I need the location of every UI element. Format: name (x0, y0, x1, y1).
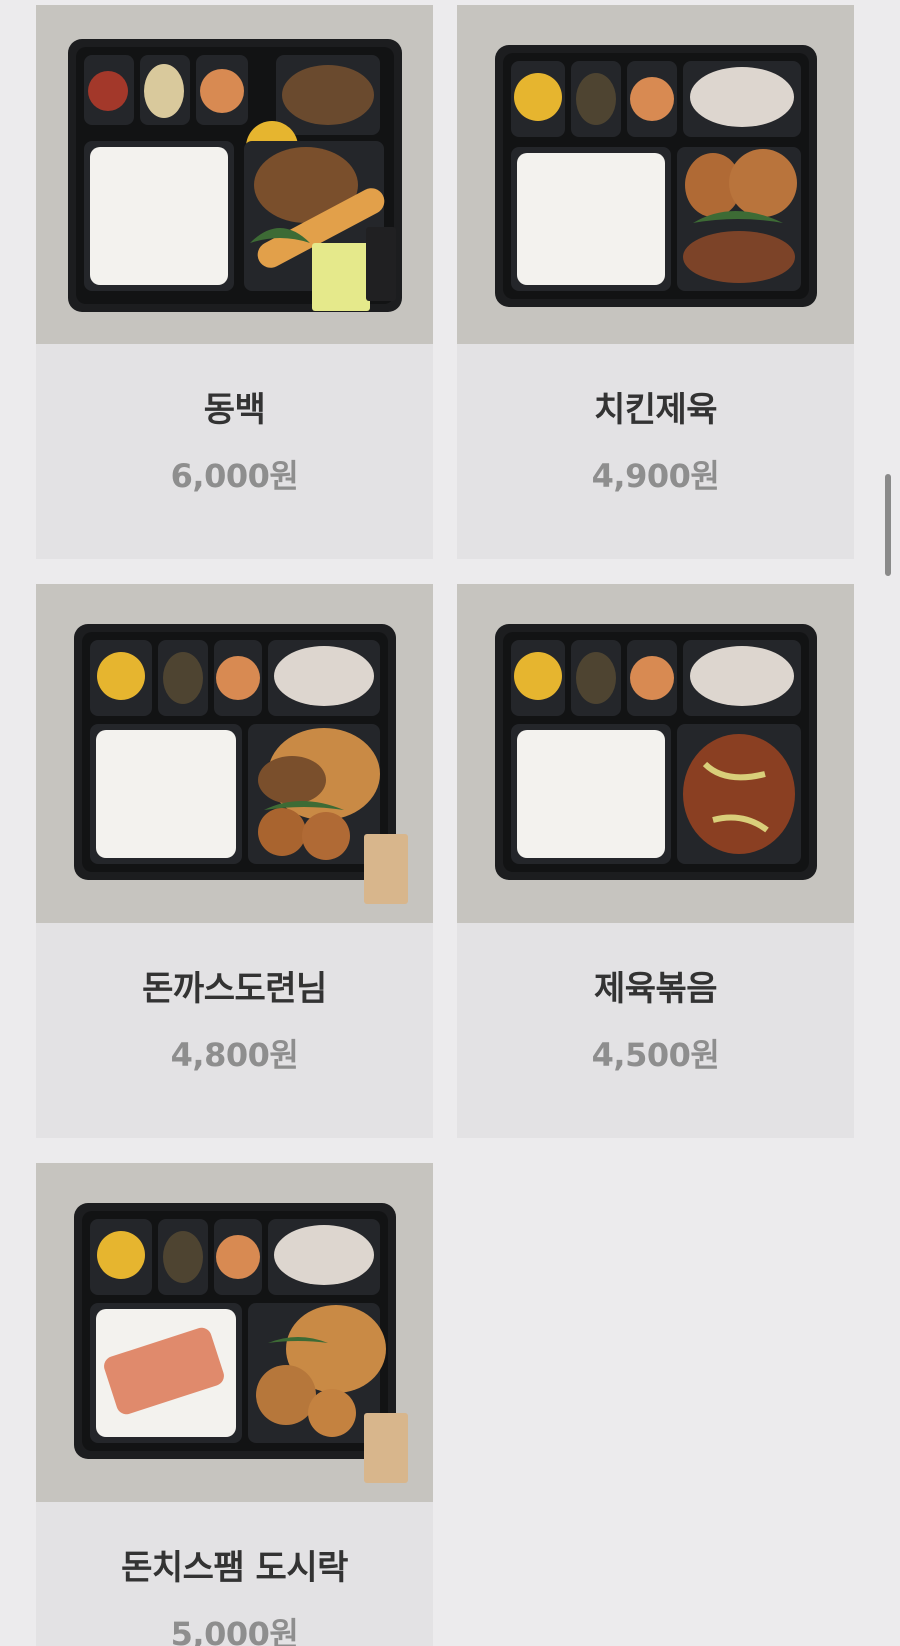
product-info: 돈치스팸 도시락 5,000원 (36, 1502, 433, 1646)
product-name: 제육볶음 (593, 969, 718, 1009)
product-price: 4,900원 (591, 457, 720, 495)
product-card-donkatsu-doryeonnim[interactable]: 돈까스도련님 4,800원 (36, 584, 433, 1138)
product-info: 치킨제육 4,900원 (457, 344, 854, 559)
product-image[interactable] (457, 584, 854, 923)
product-price: 6,000원 (170, 457, 299, 495)
product-price: 4,800원 (170, 1036, 299, 1074)
product-card-donchi-spam[interactable]: 돈치스팸 도시락 5,000원 (36, 1163, 433, 1646)
product-image[interactable] (457, 5, 854, 344)
product-card-dongbaek[interactable]: 동백 6,000원 (36, 5, 433, 559)
product-info: 돈까스도련님 4,800원 (36, 923, 433, 1138)
product-info: 동백 6,000원 (36, 344, 433, 559)
product-image[interactable] (36, 5, 433, 344)
product-price: 4,500원 (591, 1036, 720, 1074)
product-image[interactable] (36, 584, 433, 923)
product-card-jeyuk-bokkeum[interactable]: 제육볶음 4,500원 (457, 584, 854, 1138)
product-name: 동백 (203, 390, 266, 430)
product-card-chicken-jeyuk[interactable]: 치킨제육 4,900원 (457, 5, 854, 559)
product-price: 5,000원 (170, 1615, 299, 1646)
product-image[interactable] (36, 1163, 433, 1502)
product-name: 돈까스도련님 (142, 969, 327, 1009)
scrollbar[interactable] (885, 474, 891, 576)
product-name: 치킨제육 (593, 390, 718, 430)
product-name: 돈치스팸 도시락 (121, 1548, 348, 1588)
product-info: 제육볶음 4,500원 (457, 923, 854, 1138)
product-grid: 동백 6,000원 치킨제육 4,900원 돈까스도련님 4,800원 제육볶음… (0, 0, 900, 1646)
